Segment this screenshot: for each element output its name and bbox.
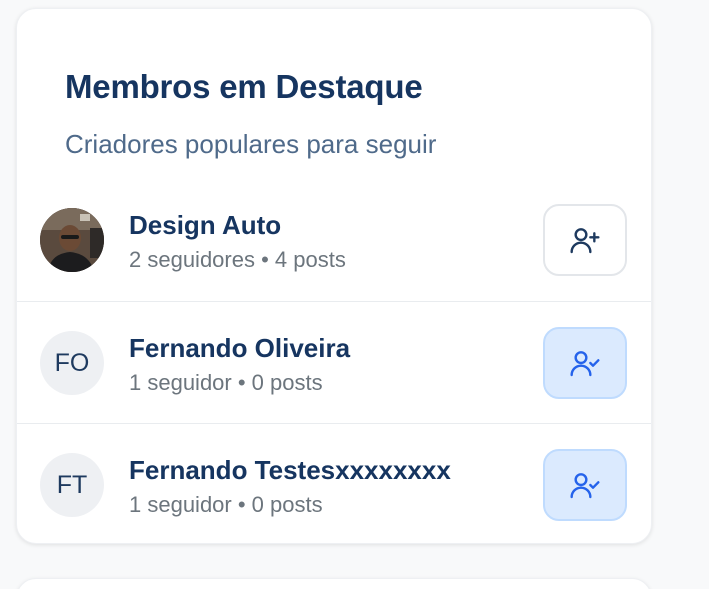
member-info: Fernando Testesxxxxxxxx 1 seguidor • 0 p…: [129, 454, 451, 518]
member-list: Design Auto 2 seguidores • 4 posts FO Fe…: [17, 179, 651, 543]
avatar-initials: FT: [56, 470, 88, 499]
page: Membros em Destaque Criadores populares …: [0, 0, 709, 589]
member-name[interactable]: Fernando Oliveira: [129, 332, 350, 364]
card-title: Membros em Destaque: [65, 68, 423, 105]
avatar-photo: [40, 208, 104, 272]
unfollow-button[interactable]: [543, 449, 627, 521]
avatar: FO: [40, 331, 104, 395]
avatar: [40, 208, 104, 272]
user-check-icon: [570, 473, 600, 499]
avatar-initials: FO: [54, 348, 90, 377]
member-name[interactable]: Design Auto: [129, 209, 346, 241]
member-row: Design Auto 2 seguidores • 4 posts: [17, 179, 651, 301]
member-row: FO Fernando Oliveira 1 seguidor • 0 post…: [17, 301, 651, 423]
member-info: Fernando Oliveira 1 seguidor • 0 posts: [129, 332, 350, 396]
member-name[interactable]: Fernando Testesxxxxxxxx: [129, 454, 451, 486]
unfollow-button[interactable]: [543, 327, 627, 399]
member-stats: 1 seguidor • 0 posts: [129, 370, 323, 395]
member-stats: 1 seguidor • 0 posts: [129, 492, 323, 517]
card-header: Membros em Destaque Criadores populares …: [17, 9, 651, 161]
featured-members-card: Membros em Destaque Criadores populares …: [16, 8, 652, 544]
member-row: FT Fernando Testesxxxxxxxx 1 seguidor • …: [17, 423, 651, 543]
member-stats: 2 seguidores • 4 posts: [129, 247, 346, 272]
avatar: FT: [40, 453, 104, 517]
user-check-icon: [570, 351, 600, 377]
follow-button[interactable]: [543, 204, 627, 276]
member-info: Design Auto 2 seguidores • 4 posts: [129, 209, 346, 273]
card-subtitle: Criadores populares para seguir: [65, 129, 437, 159]
user-plus-icon: [570, 228, 600, 254]
next-card: [16, 578, 652, 589]
